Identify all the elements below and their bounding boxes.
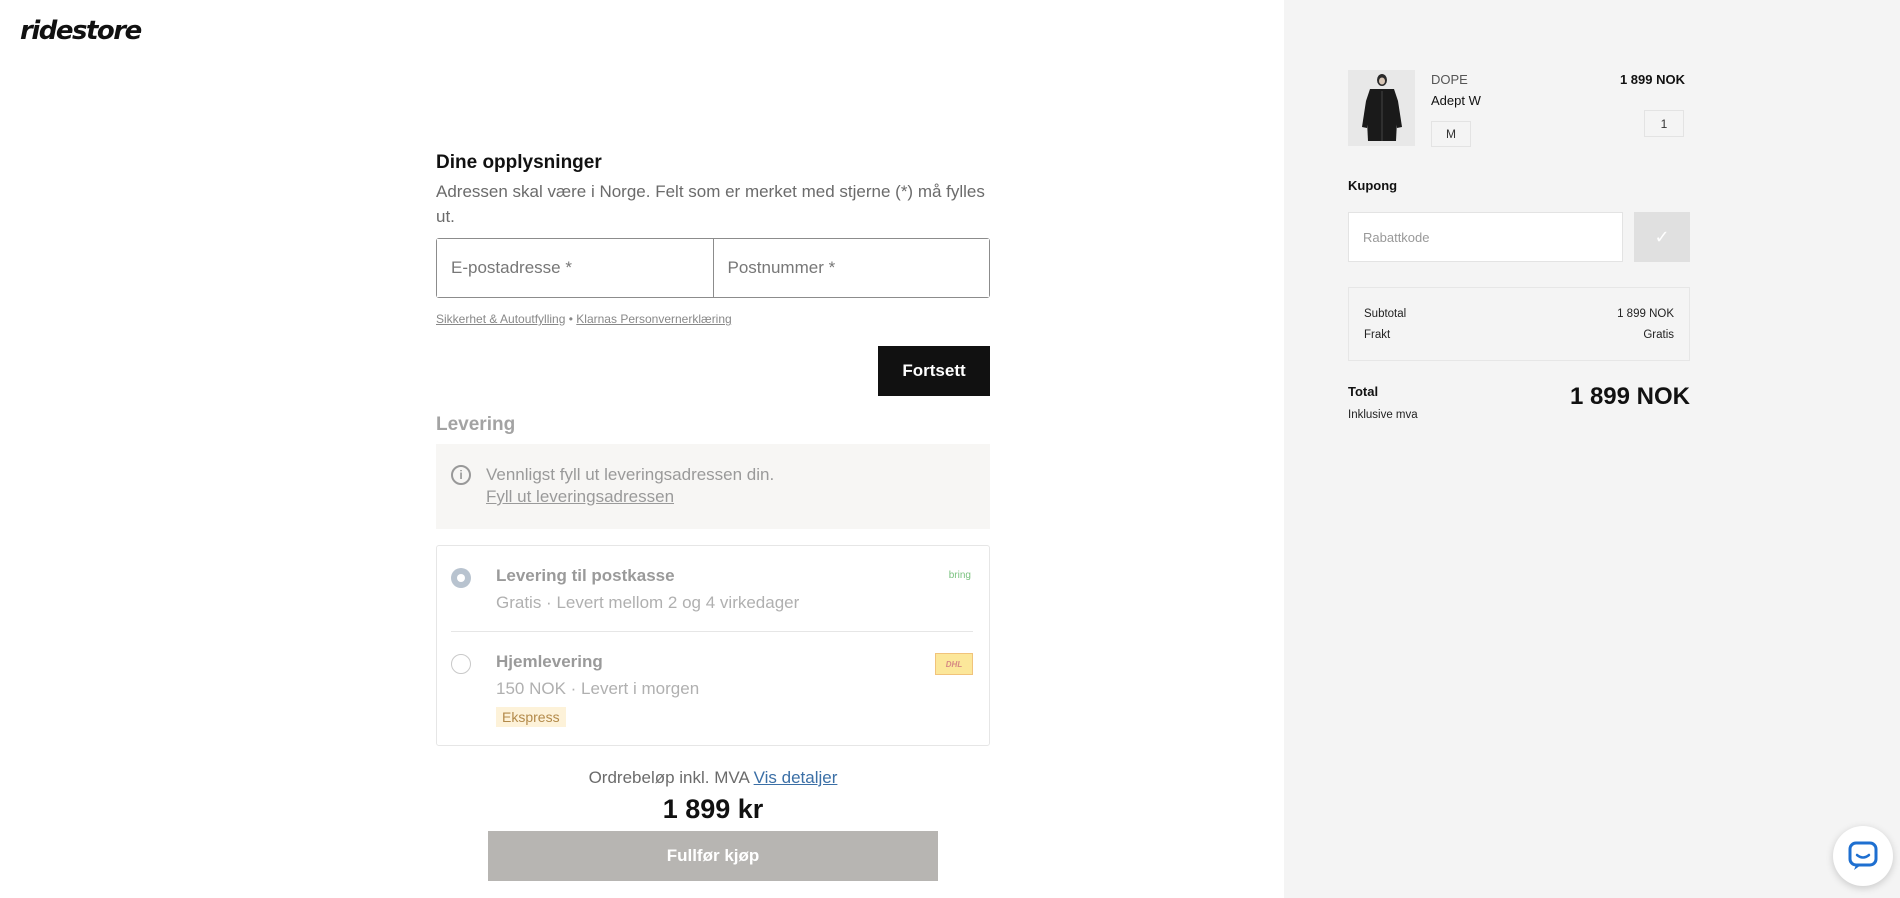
email-input[interactable] [437, 239, 713, 297]
product-image [1348, 70, 1415, 146]
price-summary: Subtotal 1 899 NOK Frakt Gratis [1348, 287, 1690, 361]
contact-subtitle: Adressen skal være i Norge. Felt som er … [436, 182, 985, 226]
show-details-link[interactable]: Vis detaljer [754, 768, 838, 787]
product-size: M [1431, 121, 1471, 147]
order-total: 1 899 kr [662, 794, 764, 824]
product-price: 1 899 NOK [1619, 72, 1685, 87]
subtotal-value: 1 899 NOK [1617, 308, 1674, 320]
checkout-main: Dine opplysninger Adressen skal være i N… [436, 152, 990, 881]
product-name[interactable]: Adept W [1431, 93, 1481, 108]
security-autofill-link[interactable]: Sikkerhet & Autoutfylling [436, 312, 565, 326]
contact-fields [436, 238, 990, 298]
total-value: 1 899 NOK [1569, 383, 1690, 410]
order-amount-label: Ordrebeløp inkl. MVA [588, 768, 749, 787]
complete-purchase-button[interactable]: Fullfør kjøp [488, 831, 938, 881]
coupon-title: Kupong [1348, 178, 1398, 193]
delivery-info-text: Vennligst fyll ut leveringsadressen din. [486, 465, 775, 484]
cart-item: DOPE Adept W M 1 899 NOK 1 [1348, 70, 1690, 147]
ridestore-logo[interactable]: ridestore [20, 16, 142, 46]
shipping-label: Frakt [1364, 329, 1391, 341]
chat-icon [1848, 841, 1878, 870]
legal-links: Sikkerhet & Autoutfylling • Klarnas Pers… [436, 312, 990, 326]
shipping-value: Gratis [1643, 329, 1674, 341]
coupon-input[interactable] [1348, 212, 1623, 262]
continue-button[interactable]: Fortsett [878, 346, 990, 396]
postal-code-input[interactable] [712, 239, 989, 297]
radio-selected-icon[interactable] [451, 568, 471, 588]
delivery-info-box: i Vennligst fyll ut leveringsadressen di… [436, 444, 990, 529]
product-brand: DOPE [1431, 72, 1468, 87]
contact-title: Dine opplysninger [436, 152, 602, 173]
quantity-selector[interactable]: 1 [1644, 110, 1684, 137]
subtotal-label: Subtotal [1364, 308, 1407, 320]
klarna-privacy-link[interactable]: Klarnas Personvernerklæring [576, 312, 731, 326]
bring-logo-icon: bring [948, 570, 971, 581]
vat-note: Inklusive mva [1348, 409, 1418, 421]
delivery-title: Levering [436, 414, 516, 435]
jacket-icon [1361, 74, 1402, 141]
delivery-options: Levering til postkasse Gratis · Levert m… [436, 545, 990, 746]
chat-widget-button[interactable] [1833, 826, 1893, 886]
link-separator: • [568, 312, 573, 326]
fill-address-link[interactable]: Fyll ut leveringsadressen [486, 486, 774, 508]
delivery-option-home[interactable]: Hjemlevering 150 NOK · Levert i morgen E… [451, 631, 973, 745]
option-description: Gratis · Levert mellom 2 og 4 virkedager [496, 593, 800, 612]
check-icon: ✓ [1654, 226, 1670, 248]
radio-unselected-icon[interactable] [451, 654, 471, 674]
order-summary-line: Ordrebeløp inkl. MVA Vis detaljer [436, 768, 990, 788]
option-name: Levering til postkasse [496, 566, 675, 585]
cart-sidebar: DOPE Adept W M 1 899 NOK 1 Kupong ✓ Subt… [1284, 0, 1900, 898]
dhl-logo-icon: DHL [935, 653, 973, 675]
apply-coupon-button[interactable]: ✓ [1634, 212, 1690, 262]
option-description: 150 NOK · Levert i morgen [496, 679, 700, 698]
total-label: Total [1348, 384, 1379, 399]
info-icon: i [451, 465, 471, 485]
delivery-option-mailbox[interactable]: Levering til postkasse Gratis · Levert m… [451, 546, 973, 631]
express-badge: Ekspress [496, 707, 566, 727]
option-name: Hjemlevering [496, 652, 603, 671]
